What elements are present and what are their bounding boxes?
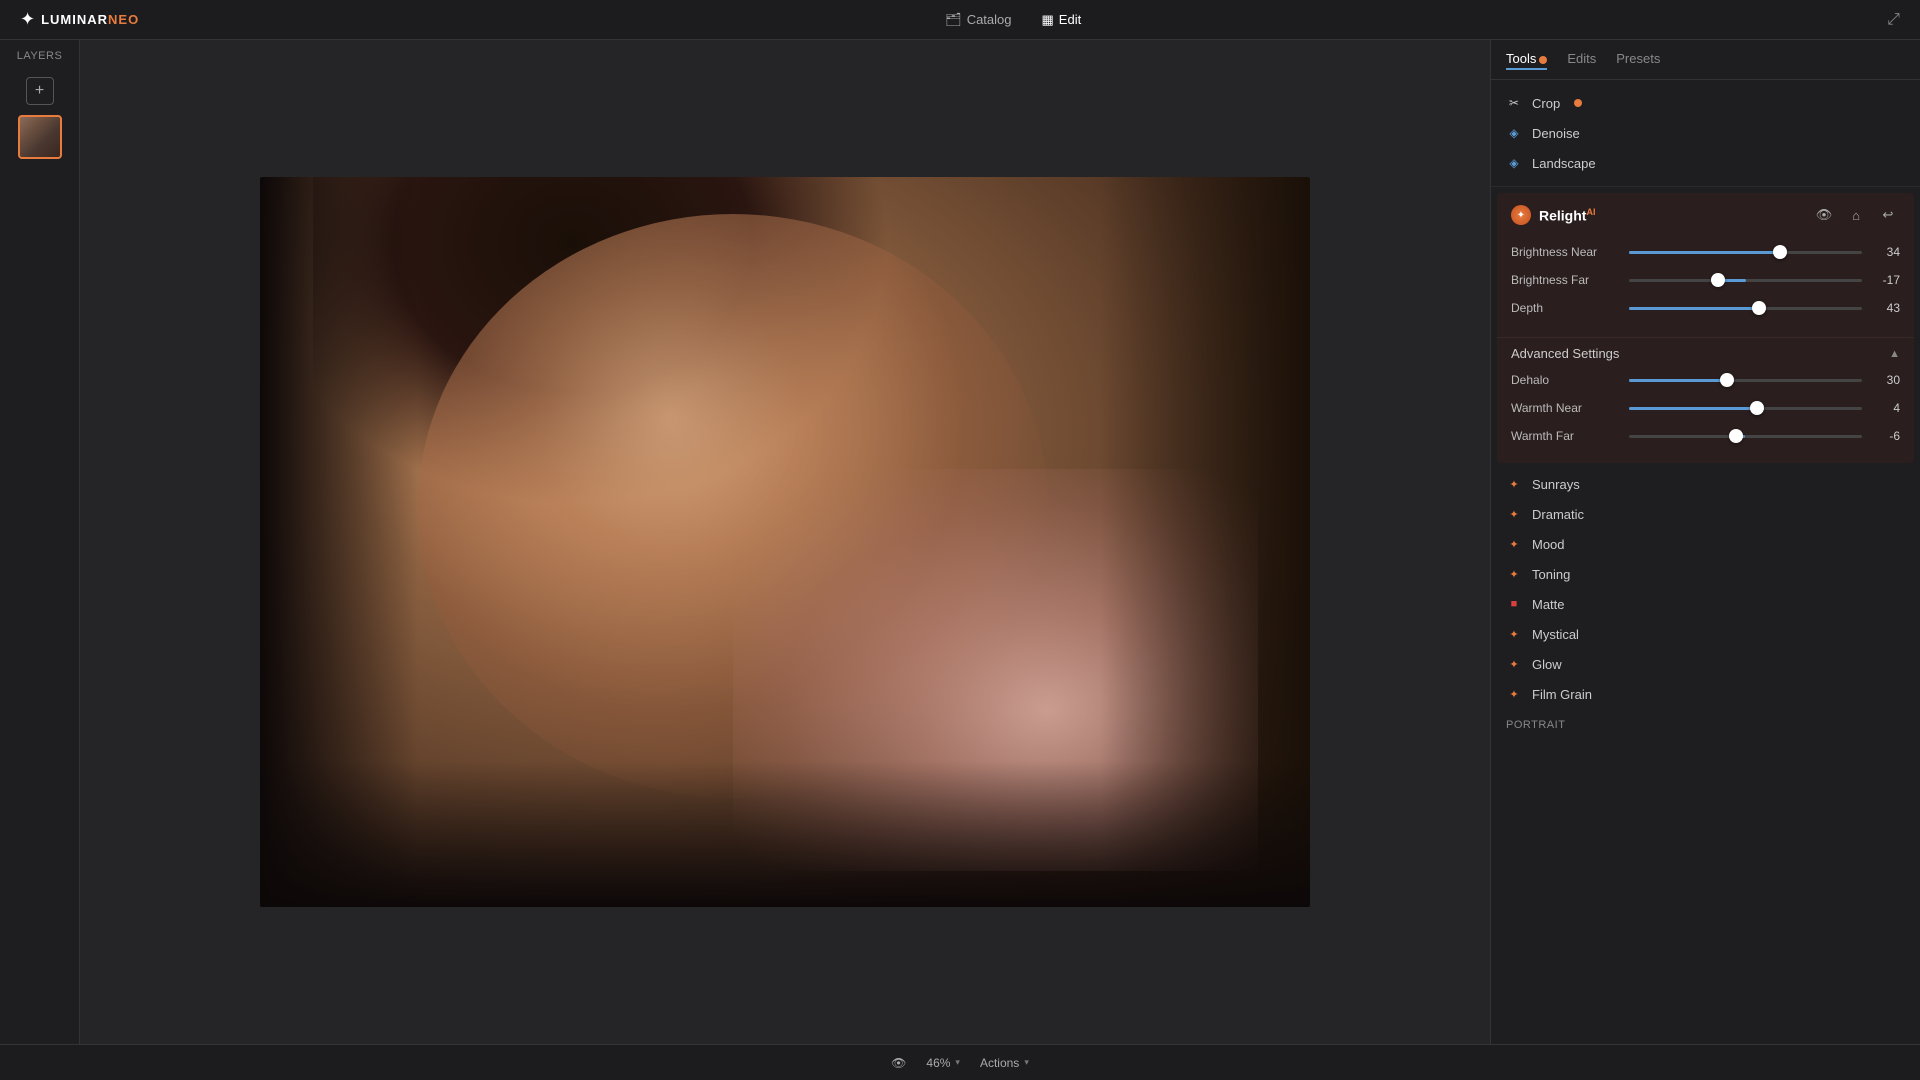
tools-badge xyxy=(1539,56,1547,64)
zoom-control[interactable]: 46% ▾ xyxy=(926,1056,960,1070)
topbar: ✦ LUMINARNEO 🗂 Catalog ▦ Edit ⤢ xyxy=(0,0,1920,40)
layers-title: Layers xyxy=(17,50,63,62)
relight-panel: ✦ RelightAI 👁 ⌂ ↩ Brightness Near xyxy=(1497,193,1914,463)
actions-label: Actions xyxy=(980,1056,1019,1070)
zoom-caret: ▾ xyxy=(955,1057,960,1068)
advanced-settings-title: Advanced Settings xyxy=(1511,346,1619,361)
topbar-nav: 🗂 Catalog ▦ Edit xyxy=(945,12,1081,28)
app-name: LUMINARNEO xyxy=(41,12,139,27)
matte-icon: ■ xyxy=(1506,596,1522,612)
relight-header: ✦ RelightAI 👁 ⌂ ↩ xyxy=(1497,193,1914,237)
glow-icon: ✦ xyxy=(1506,656,1522,672)
layer-thumbnail[interactable] xyxy=(18,115,62,159)
brightness-far-label: Brightness Far xyxy=(1511,273,1621,287)
dehalo-row: Dehalo 30 xyxy=(1511,371,1900,389)
photo-canvas xyxy=(260,177,1310,907)
right-panel: Tools Edits Presets ✂ Crop ◈ Denoise ◈ L… xyxy=(1490,40,1920,1044)
section-item-sunrays[interactable]: ✦ Sunrays xyxy=(1491,469,1920,499)
brightness-far-row: Brightness Far -17 xyxy=(1511,271,1900,289)
warmth-near-label: Warmth Near xyxy=(1511,401,1621,415)
mood-icon: ✦ xyxy=(1506,536,1522,552)
tool-denoise[interactable]: ◈ Denoise xyxy=(1491,118,1920,148)
brightness-near-slider[interactable] xyxy=(1629,243,1862,261)
brightness-near-value: 34 xyxy=(1870,245,1900,259)
topbar-right: ⤢ xyxy=(1887,11,1900,29)
brightness-near-row: Brightness Near 34 xyxy=(1511,243,1900,261)
photo-background xyxy=(260,177,1310,907)
main-area: Layers + Tools Edits xyxy=(0,40,1920,1044)
layers-panel: Layers + xyxy=(0,40,80,1044)
dehalo-value: 30 xyxy=(1870,373,1900,387)
brightness-far-slider[interactable] xyxy=(1629,271,1862,289)
bottom-tools-list: ✦ Sunrays ✦ Dramatic ✦ Mood ✦ Toning ■ M… xyxy=(1491,469,1920,1044)
film-grain-icon: ✦ xyxy=(1506,686,1522,702)
section-item-film-grain[interactable]: ✦ Film Grain xyxy=(1491,679,1920,709)
section-item-glow[interactable]: ✦ Glow xyxy=(1491,649,1920,679)
sunrays-icon: ✦ xyxy=(1506,476,1522,492)
warmth-far-row: Warmth Far -6 xyxy=(1511,427,1900,445)
zoom-value: 46% xyxy=(926,1056,950,1070)
advanced-settings-section: Advanced Settings ▲ Dehalo 30 xyxy=(1497,337,1914,463)
relight-icon: ✦ xyxy=(1511,205,1531,225)
crop-icon: ✂ xyxy=(1506,95,1522,111)
warmth-near-row: Warmth Near 4 xyxy=(1511,399,1900,417)
portrait-label: Portrait xyxy=(1491,709,1920,735)
main-sliders: Brightness Near 34 Brightness Far xyxy=(1497,237,1914,337)
toning-icon: ✦ xyxy=(1506,566,1522,582)
warmth-far-slider[interactable] xyxy=(1629,427,1862,445)
warmth-far-label: Warmth Far xyxy=(1511,429,1621,443)
status-bar: 👁 46% ▾ Actions ▾ xyxy=(0,1044,1920,1080)
tab-presets[interactable]: Presets xyxy=(1616,51,1660,68)
eye-icon: 👁 xyxy=(891,1056,906,1070)
advanced-settings-header[interactable]: Advanced Settings ▲ xyxy=(1511,346,1900,361)
relight-preview-button[interactable]: 👁 xyxy=(1812,203,1836,227)
tools-list: ✂ Crop ◈ Denoise ◈ Landscape xyxy=(1491,80,1920,187)
warmth-far-value: -6 xyxy=(1870,429,1900,443)
relight-ai-badge: AI xyxy=(1586,207,1595,217)
section-item-mood[interactable]: ✦ Mood xyxy=(1491,529,1920,559)
edit-nav[interactable]: ▦ Edit xyxy=(1042,12,1082,28)
brightness-near-label: Brightness Near xyxy=(1511,245,1621,259)
tab-tools[interactable]: Tools xyxy=(1506,51,1547,68)
relight-undo-button[interactable]: ↩ xyxy=(1876,203,1900,227)
add-layer-button[interactable]: + xyxy=(26,77,54,105)
section-item-dramatic[interactable]: ✦ Dramatic xyxy=(1491,499,1920,529)
mystical-icon: ✦ xyxy=(1506,626,1522,642)
crop-badge xyxy=(1574,99,1582,107)
depth-slider[interactable] xyxy=(1629,299,1862,317)
relight-reset-button[interactable]: ⌂ xyxy=(1844,203,1868,227)
relight-action-buttons: 👁 ⌂ ↩ xyxy=(1812,203,1900,227)
dramatic-icon: ✦ xyxy=(1506,506,1522,522)
visibility-toggle[interactable]: 👁 xyxy=(891,1056,906,1070)
panel-tabs: Tools Edits Presets xyxy=(1491,40,1920,80)
depth-value: 43 xyxy=(1870,301,1900,315)
warmth-near-slider[interactable] xyxy=(1629,399,1862,417)
landscape-icon: ◈ xyxy=(1506,155,1522,171)
dehalo-label: Dehalo xyxy=(1511,373,1621,387)
actions-caret: ▾ xyxy=(1024,1057,1029,1068)
app-logo: ✦ LUMINARNEO xyxy=(20,9,139,30)
section-item-matte[interactable]: ■ Matte xyxy=(1491,589,1920,619)
bg-dark-bottom xyxy=(260,761,1310,907)
dehalo-slider[interactable] xyxy=(1629,371,1862,389)
canvas-area xyxy=(80,40,1490,1044)
section-item-mystical[interactable]: ✦ Mystical xyxy=(1491,619,1920,649)
relight-title: RelightAI xyxy=(1539,207,1804,224)
advanced-settings-chevron: ▲ xyxy=(1889,348,1900,360)
brightness-far-value: -17 xyxy=(1870,273,1900,287)
tab-edits[interactable]: Edits xyxy=(1567,51,1596,68)
tool-landscape[interactable]: ◈ Landscape xyxy=(1491,148,1920,178)
catalog-icon: 🗂 xyxy=(945,12,962,28)
section-item-toning[interactable]: ✦ Toning xyxy=(1491,559,1920,589)
actions-button[interactable]: Actions ▾ xyxy=(980,1056,1029,1070)
catalog-nav[interactable]: 🗂 Catalog xyxy=(945,12,1011,28)
warmth-near-value: 4 xyxy=(1870,401,1900,415)
tool-crop[interactable]: ✂ Crop xyxy=(1491,88,1920,118)
depth-label: Depth xyxy=(1511,301,1621,315)
depth-row: Depth 43 xyxy=(1511,299,1900,317)
denoise-icon: ◈ xyxy=(1506,125,1522,141)
edit-icon: ▦ xyxy=(1042,12,1054,28)
